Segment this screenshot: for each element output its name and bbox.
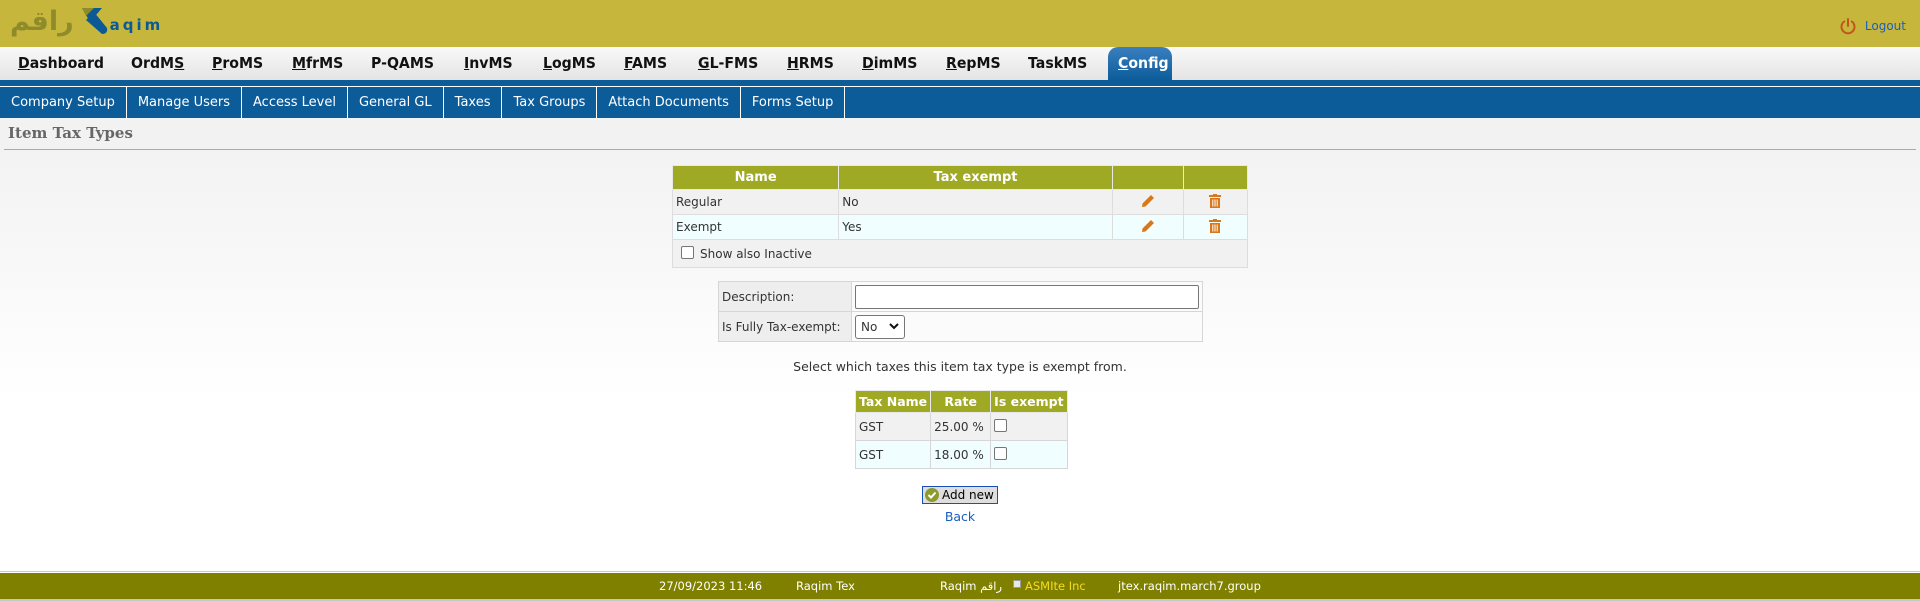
logo-text: aqim [109, 16, 164, 34]
nav-proms[interactable]: ProMS [212, 54, 263, 72]
footer-divider [0, 571, 1920, 572]
nav-gl-fms[interactable]: GL-FMS [698, 54, 758, 72]
trash-icon [1209, 193, 1222, 208]
raqim-logo[interactable]: راقم aqim [10, 4, 163, 38]
edit-button[interactable] [1111, 214, 1184, 240]
delete-button[interactable] [1182, 214, 1249, 240]
description-row: Description: [718, 281, 1203, 312]
table-row: GST 25.00 % [854, 412, 1068, 441]
nav-ordms[interactable]: OrdMS [131, 54, 184, 72]
delete-button[interactable] [1182, 189, 1249, 215]
cell-rate: 25.00 % [930, 412, 992, 441]
fully-exempt-selected-value: No [861, 319, 878, 334]
pencil-icon [1141, 194, 1154, 207]
is-exempt-checkbox[interactable] [994, 418, 1008, 432]
edit-button[interactable] [1111, 189, 1184, 215]
nav-config[interactable]: Config [1118, 54, 1169, 72]
vendor-logo-icon [1013, 580, 1021, 588]
cell-name: Regular [671, 189, 840, 215]
back-link[interactable]: Back [945, 509, 975, 524]
show-inactive-label: Show also Inactive [700, 246, 812, 261]
cell-name: Exempt [671, 214, 840, 240]
cell-tax-name: GST [854, 440, 932, 469]
tax-exemptions-table: Tax Name Rate Is exempt GST 25.00 % GST … [854, 390, 1068, 469]
nav-repms[interactable]: RepMS [946, 54, 1001, 72]
description-input[interactable] [855, 284, 1199, 309]
logo-r-mark-icon [80, 6, 108, 36]
add-new-label: Add new [942, 488, 994, 502]
footer-vendor-link[interactable]: ASMIte Inc [1025, 579, 1086, 593]
column-header-edit [1111, 165, 1184, 190]
nav-dashboard[interactable]: Dashboard [18, 54, 104, 72]
table-row: GST 18.00 % [854, 440, 1068, 469]
column-header-delete [1182, 165, 1249, 190]
table-header-row: Tax Name Rate Is exempt [854, 390, 1068, 413]
fully-exempt-select[interactable]: No [855, 314, 905, 339]
show-inactive-checkbox[interactable] [681, 245, 694, 259]
chevron-down-icon [889, 323, 899, 330]
footer-host: jtex.raqim.march7.group [1118, 579, 1261, 593]
exempt-taxes-hint: Select which taxes this item tax type is… [793, 359, 1127, 374]
cell-tax-name: GST [854, 412, 932, 441]
subnav-company-setup[interactable]: Company Setup [0, 87, 127, 118]
nav-mfrms[interactable]: MfrMS [292, 54, 343, 72]
nav-logms[interactable]: LogMS [543, 54, 596, 72]
footer-app-name: Raqim راقم [940, 579, 1003, 593]
nav-taskms[interactable]: TaskMS [1028, 54, 1087, 72]
logout-label: Logout [1864, 19, 1906, 33]
item-tax-type-form: Description: Is Fully Tax-exempt: No [718, 281, 1203, 342]
table-row: Exempt Yes [671, 214, 1249, 240]
check-circle-icon [925, 488, 939, 502]
item-tax-types-table: Name Tax exempt Regular No Exempt Yes Sh… [671, 165, 1249, 268]
page-title: Item Tax Types [8, 124, 133, 142]
subnav-manage-users[interactable]: Manage Users [127, 87, 243, 118]
pencil-icon [1141, 219, 1154, 232]
column-header-tax-exempt[interactable]: Tax exempt [838, 165, 1113, 190]
column-header-tax-name: Tax Name [854, 390, 932, 413]
cell-tax-exempt: Yes [838, 214, 1113, 240]
nav-invms[interactable]: InvMS [464, 54, 513, 72]
footer: 27/09/2023 11:46 Raqim Tex Raqim راقم AS… [0, 573, 1920, 599]
power-icon [1840, 18, 1856, 35]
fully-exempt-row: Is Fully Tax-exempt: No [718, 311, 1203, 342]
cell-rate: 18.00 % [930, 440, 992, 469]
table-header-row: Name Tax exempt [671, 165, 1249, 190]
logo-arabic-text: راقم [10, 5, 75, 37]
nav-p-qams[interactable]: P-QAMS [371, 54, 434, 72]
footer-company: Raqim Tex [796, 579, 855, 593]
subnav-tax-groups[interactable]: Tax Groups [502, 87, 598, 118]
show-inactive-row: Show also Inactive [672, 239, 1248, 268]
description-label: Description: [718, 281, 852, 312]
subnav-attach-documents[interactable]: Attach Documents [597, 87, 741, 118]
main-nav: Dashboard OrdMS ProMS MfrMS P-QAMS InvMS… [0, 47, 1920, 80]
column-header-name[interactable]: Name [671, 165, 840, 190]
column-header-rate: Rate [930, 390, 992, 413]
footer-datetime: 27/09/2023 11:46 [659, 579, 763, 593]
top-header: راقم aqim Logout [0, 0, 1920, 47]
subnav-general-gl[interactable]: General GL [348, 87, 444, 118]
trash-icon [1209, 218, 1222, 233]
subnav-access-level[interactable]: Access Level [242, 87, 348, 118]
fully-exempt-label: Is Fully Tax-exempt: [718, 311, 852, 342]
column-header-is-exempt: Is exempt [990, 390, 1068, 413]
subnav-taxes[interactable]: Taxes [444, 87, 503, 118]
nav-fams[interactable]: FAMS [624, 54, 667, 72]
sub-nav: Company Setup Manage Users Access Level … [0, 87, 1920, 118]
nav-dimms[interactable]: DimMS [862, 54, 917, 72]
is-exempt-checkbox[interactable] [994, 446, 1008, 460]
subnav-forms-setup[interactable]: Forms Setup [741, 87, 846, 118]
title-divider [4, 149, 1916, 150]
add-new-button[interactable]: Add new [922, 486, 998, 504]
cell-tax-exempt: No [838, 189, 1113, 215]
table-row: Regular No [671, 189, 1249, 215]
logout-link[interactable]: Logout [1839, 17, 1906, 35]
nav-hrms[interactable]: HRMS [787, 54, 834, 72]
